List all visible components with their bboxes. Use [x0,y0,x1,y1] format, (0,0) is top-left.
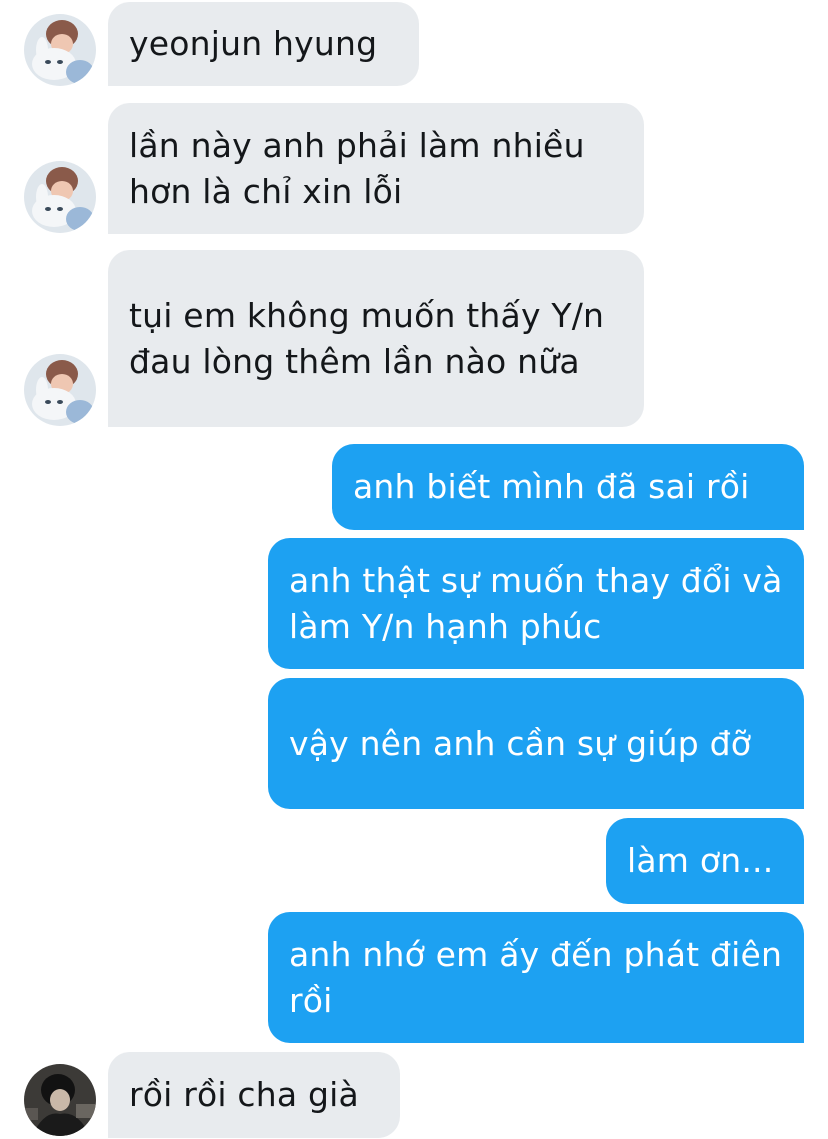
message-text: anh nhớ em ấy đến phát điên rồi [289,934,783,1020]
incoming-message-bubble[interactable]: lần này anh phải làm nhiều hơn là chỉ xi… [108,103,644,234]
bunny-plush-user-avatar[interactable] [24,354,96,426]
bunny-plush-user-avatar[interactable] [24,161,96,233]
incoming-message-bubble[interactable]: rồi rồi cha già [108,1052,400,1138]
message-text: anh biết mình đã sai rồi [353,467,750,506]
bunny-plush-avatar-icon [24,14,96,86]
message-text: tụi em không muốn thấy Y/n đau lòng thêm… [129,295,605,381]
dark-photo-avatar-icon [24,1064,96,1136]
outgoing-message-bubble[interactable]: anh biết mình đã sai rồi [332,444,804,530]
bunny-plush-avatar-icon [24,354,96,426]
message-text: làm ơn... [627,841,774,880]
message-text: vậy nên anh cần sự giúp đỡ [289,723,752,763]
message-text: rồi rồi cha già [129,1075,359,1114]
dark-photo-user-avatar[interactable] [24,1064,96,1136]
outgoing-message-bubble[interactable]: làm ơn... [606,818,804,904]
message-text: yeonjun hyung [129,24,378,63]
bunny-plush-avatar-icon [24,161,96,233]
message-text: anh thật sự muốn thay đổi và làm Y/n hạn… [289,560,783,646]
bunny-plush-user-avatar[interactable] [24,14,96,86]
incoming-message-bubble[interactable]: yeonjun hyung [108,2,419,86]
message-text: lần này anh phải làm nhiều hơn là chỉ xi… [129,125,585,211]
outgoing-message-bubble[interactable]: vậy nên anh cần sự giúp đỡ [268,678,804,809]
incoming-message-bubble[interactable]: tụi em không muốn thấy Y/n đau lòng thêm… [108,250,644,427]
outgoing-message-bubble[interactable]: anh nhớ em ấy đến phát điên rồi [268,912,804,1043]
outgoing-message-bubble[interactable]: anh thật sự muốn thay đổi và làm Y/n hạn… [268,538,804,669]
